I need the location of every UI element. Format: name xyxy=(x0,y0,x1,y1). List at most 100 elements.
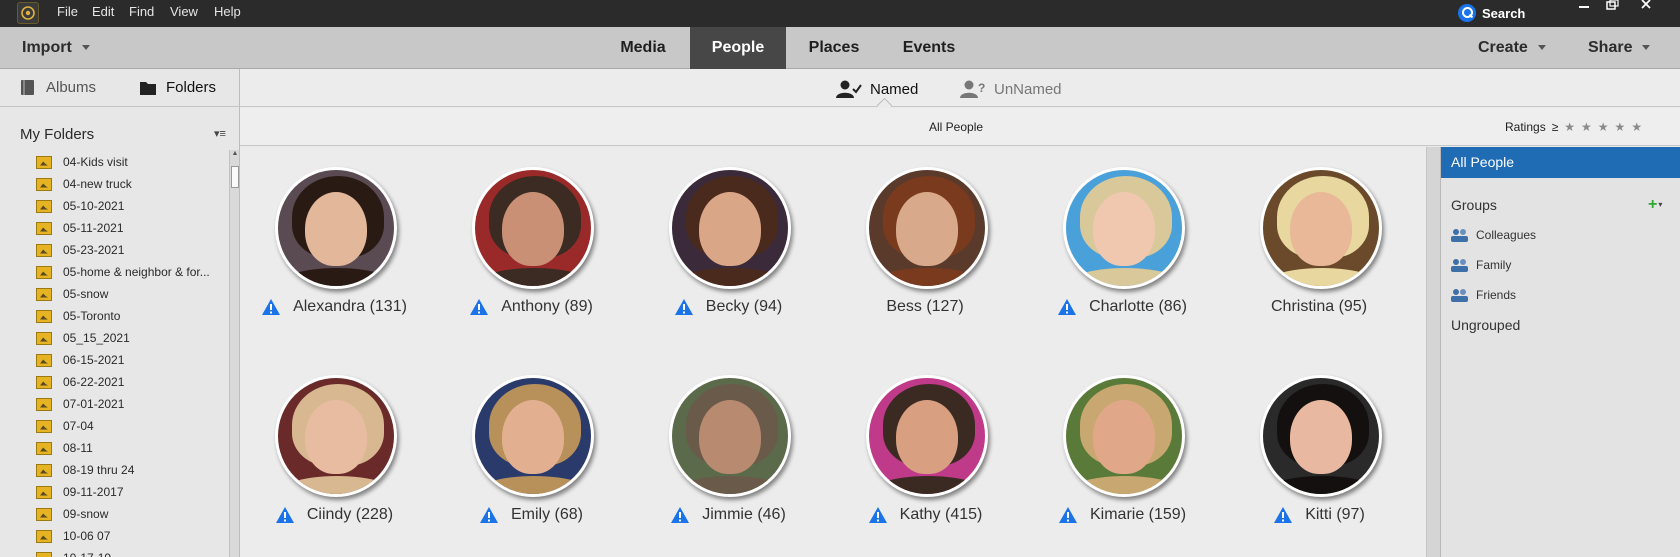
create-button[interactable]: Create xyxy=(1478,39,1546,57)
person-name[interactable]: Emily (68) xyxy=(511,506,583,524)
folder-item[interactable]: 10-17-19 xyxy=(36,547,226,557)
person-card[interactable]: Emily (68) xyxy=(437,355,625,535)
left-scrollbar[interactable]: ▲ xyxy=(229,150,239,557)
person-avatar[interactable] xyxy=(275,375,397,497)
subtab-unnamed[interactable]: ? UnNamed xyxy=(960,80,1062,98)
tab-albums[interactable]: Albums xyxy=(20,79,96,96)
person-name[interactable]: Kimarie (159) xyxy=(1090,506,1186,524)
folder-item[interactable]: 08-11 xyxy=(36,437,226,459)
person-avatar[interactable] xyxy=(472,167,594,289)
folder-item[interactable]: 05-snow xyxy=(36,283,226,305)
warning-icon[interactable] xyxy=(670,506,690,524)
person-name[interactable]: Christina (95) xyxy=(1271,298,1367,316)
person-avatar[interactable] xyxy=(866,375,988,497)
share-button[interactable]: Share xyxy=(1588,39,1651,57)
person-card[interactable]: Kathy (415) xyxy=(831,355,1019,535)
person-name[interactable]: Kathy (415) xyxy=(900,506,983,524)
person-card[interactable]: Jimmie (46) xyxy=(634,355,822,535)
person-avatar[interactable] xyxy=(669,167,791,289)
person-avatar[interactable] xyxy=(472,375,594,497)
restore-button[interactable] xyxy=(1596,0,1628,12)
ratings-filter[interactable]: Ratings ≥ ★★★★★ xyxy=(1505,120,1648,134)
person-card[interactable]: Kitti (97) xyxy=(1225,355,1413,535)
folder-item[interactable]: 05-Toronto xyxy=(36,305,226,327)
folder-item[interactable]: 05-11-2021 xyxy=(36,217,226,239)
menu-find[interactable]: Find xyxy=(129,4,154,19)
person-card[interactable]: Alexandra (131) xyxy=(240,147,428,327)
person-avatar[interactable] xyxy=(1063,375,1185,497)
folder-item[interactable]: 05-home & neighbor & for... xyxy=(36,261,226,283)
person-avatar[interactable] xyxy=(669,375,791,497)
folder-item[interactable]: 04-Kids visit xyxy=(36,151,226,173)
folder-item[interactable]: 07-01-2021 xyxy=(36,393,226,415)
tab-people[interactable]: People xyxy=(690,27,786,69)
person-name[interactable]: Bess (127) xyxy=(886,298,963,316)
tab-events[interactable]: Events xyxy=(882,27,976,69)
tab-media[interactable]: Media xyxy=(600,27,686,69)
ratings-stars[interactable]: ★★★★★ xyxy=(1564,120,1648,134)
folder-item[interactable]: 05_15_2021 xyxy=(36,327,226,349)
person-avatar[interactable] xyxy=(1063,167,1185,289)
folder-item[interactable]: 05-23-2021 xyxy=(36,239,226,261)
group-friends[interactable]: Friends xyxy=(1451,288,1516,302)
tab-folders[interactable]: Folders xyxy=(140,79,216,96)
folder-item[interactable]: 08-19 thru 24 xyxy=(36,459,226,481)
image-folder-icon xyxy=(36,463,52,477)
warning-icon[interactable] xyxy=(868,506,888,524)
person-card[interactable]: Becky (94) xyxy=(634,147,822,327)
warning-icon[interactable] xyxy=(674,298,694,316)
person-name[interactable]: Jimmie (46) xyxy=(702,506,786,524)
search-button[interactable]: Search xyxy=(1458,3,1525,23)
person-name[interactable]: Becky (94) xyxy=(706,298,782,316)
folder-item[interactable]: 06-15-2021 xyxy=(36,349,226,371)
folder-item[interactable]: 04-new truck xyxy=(36,173,226,195)
menu-view[interactable]: View xyxy=(170,4,198,19)
person-avatar[interactable] xyxy=(1260,375,1382,497)
person-card[interactable]: Kimarie (159) xyxy=(1028,355,1216,535)
folder-item[interactable]: 05-10-2021 xyxy=(36,195,226,217)
ratings-operator[interactable]: ≥ xyxy=(1552,120,1559,134)
person-avatar[interactable] xyxy=(866,167,988,289)
person-card[interactable]: Charlotte (86) xyxy=(1028,147,1216,327)
person-name[interactable]: Anthony (89) xyxy=(501,298,593,316)
menu-help[interactable]: Help xyxy=(214,4,241,19)
scroll-thumb[interactable] xyxy=(231,166,239,188)
group-colleagues[interactable]: Colleagues xyxy=(1451,228,1536,242)
person-name[interactable]: Ciindy (228) xyxy=(307,506,393,524)
ungrouped-item[interactable]: Ungrouped xyxy=(1451,317,1520,333)
menu-file[interactable]: File xyxy=(57,4,78,19)
folder-item[interactable]: 06-22-2021 xyxy=(36,371,226,393)
people-grid-scrollbar[interactable] xyxy=(1426,147,1440,557)
warning-icon[interactable] xyxy=(1273,506,1293,524)
group-family[interactable]: Family xyxy=(1451,258,1511,272)
scroll-up-icon[interactable]: ▲ xyxy=(231,150,239,160)
import-button[interactable]: Import xyxy=(22,39,90,57)
person-card[interactable]: Ciindy (228) xyxy=(240,355,428,535)
warning-icon[interactable] xyxy=(1057,298,1077,316)
tab-places[interactable]: Places xyxy=(790,27,878,69)
warning-icon[interactable] xyxy=(275,506,295,524)
app-logo-icon[interactable] xyxy=(17,2,39,24)
person-card[interactable]: Anthony (89) xyxy=(437,147,625,327)
folder-item[interactable]: 09-snow xyxy=(36,503,226,525)
folder-view-menu-icon[interactable]: ▾≡ xyxy=(214,127,226,140)
warning-icon[interactable] xyxy=(479,506,499,524)
subtab-named[interactable]: Named xyxy=(836,80,918,98)
folder-item[interactable]: 07-04 xyxy=(36,415,226,437)
close-button[interactable] xyxy=(1630,0,1662,12)
person-avatar[interactable] xyxy=(1260,167,1382,289)
person-avatar[interactable] xyxy=(275,167,397,289)
warning-icon[interactable] xyxy=(469,298,489,316)
menu-edit[interactable]: Edit xyxy=(92,4,114,19)
person-card[interactable]: Bess (127) xyxy=(831,147,1019,327)
person-name[interactable]: Alexandra (131) xyxy=(293,298,407,316)
folder-item[interactable]: 10-06 07 xyxy=(36,525,226,547)
warning-icon[interactable] xyxy=(261,298,281,316)
folder-item[interactable]: 09-11-2017 xyxy=(36,481,226,503)
person-name[interactable]: Kitti (97) xyxy=(1305,506,1365,524)
warning-icon[interactable] xyxy=(1058,506,1078,524)
all-people-item[interactable]: All People xyxy=(1441,147,1680,178)
add-group-button[interactable]: +▾ xyxy=(1648,196,1662,214)
person-name[interactable]: Charlotte (86) xyxy=(1089,298,1187,316)
person-card[interactable]: Christina (95) xyxy=(1225,147,1413,327)
